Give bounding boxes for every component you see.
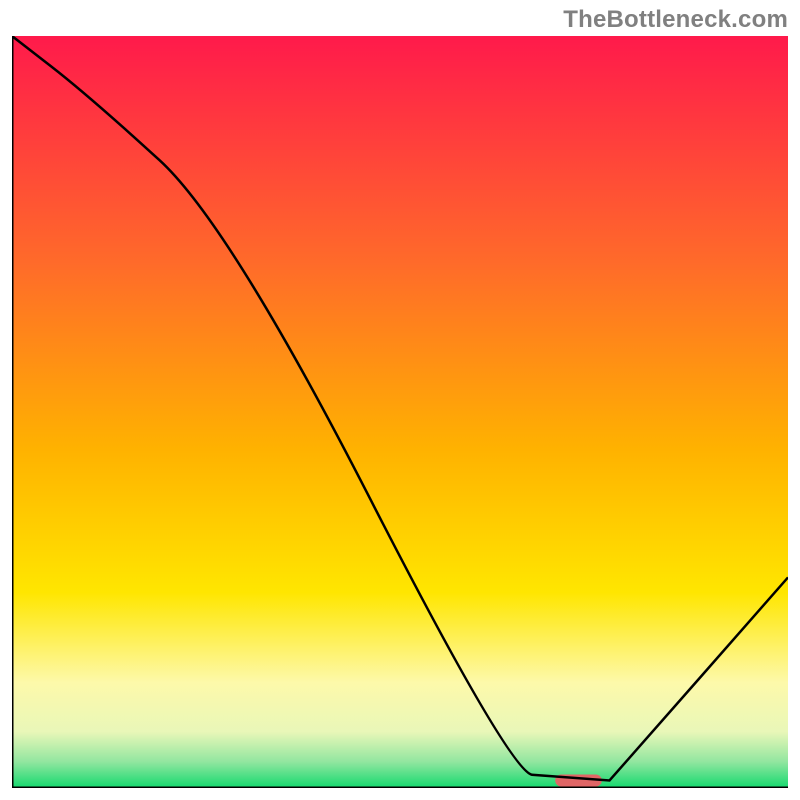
chart-svg bbox=[12, 36, 788, 788]
plot-area bbox=[12, 36, 788, 788]
watermark-label: TheBottleneck.com bbox=[563, 6, 788, 34]
gradient-background bbox=[12, 36, 788, 788]
chart-container: TheBottleneck.com bbox=[0, 0, 800, 800]
